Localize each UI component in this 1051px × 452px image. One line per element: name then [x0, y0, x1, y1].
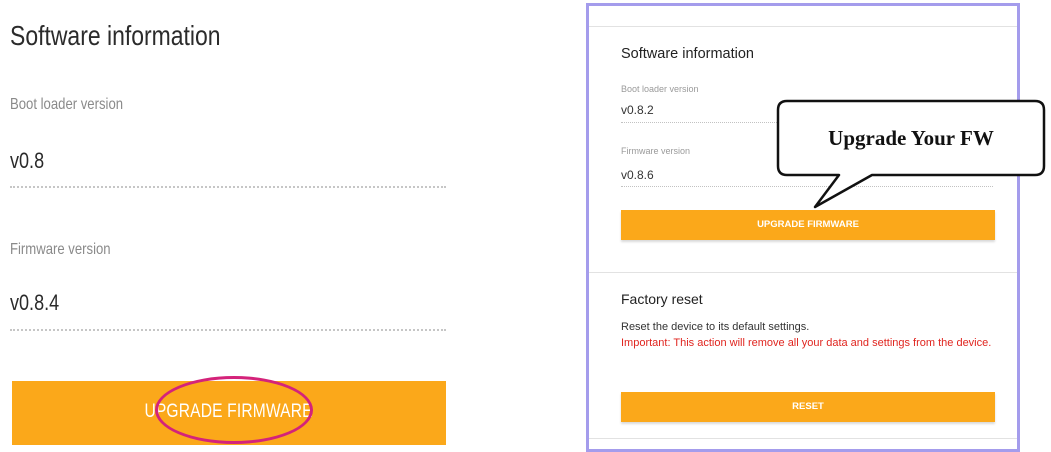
- field-underline: [621, 186, 993, 187]
- section-title: Software information: [10, 20, 221, 51]
- reset-label: RESET: [792, 401, 824, 412]
- upgrade-firmware-button[interactable]: UPGRADE FIRMWARE: [621, 210, 995, 240]
- section-title: Software information: [621, 46, 754, 62]
- field-underline: [10, 329, 446, 331]
- factory-reset-description: Reset the device to its default settings…: [621, 321, 810, 333]
- left-software-panel: Software information Boot loader version…: [0, 0, 470, 452]
- upgrade-firmware-label: UPGRADE FIRMWARE: [144, 401, 314, 422]
- field-underline: [621, 122, 993, 123]
- divider: [589, 272, 1017, 273]
- upgrade-firmware-label: UPGRADE FIRMWARE: [757, 219, 859, 230]
- firmware-value: v0.8.4: [10, 290, 60, 315]
- boot-loader-value: v0.8.2: [621, 103, 654, 117]
- boot-loader-label: Boot loader version: [10, 96, 124, 113]
- firmware-label: Firmware version: [10, 241, 111, 258]
- reset-button[interactable]: RESET: [621, 392, 995, 422]
- divider: [589, 26, 1017, 27]
- firmware-value: v0.8.6: [621, 168, 654, 182]
- boot-loader-value: v0.8: [10, 148, 45, 173]
- divider: [589, 438, 1017, 439]
- boot-loader-label: Boot loader version: [621, 84, 699, 94]
- factory-reset-warning: Important: This action will remove all y…: [621, 337, 992, 349]
- upgrade-firmware-button[interactable]: UPGRADE FIRMWARE: [12, 381, 446, 445]
- firmware-label: Firmware version: [621, 146, 691, 156]
- factory-reset-title: Factory reset: [621, 291, 703, 307]
- right-settings-panel: Software information Boot loader version…: [586, 3, 1020, 452]
- field-underline: [10, 186, 446, 188]
